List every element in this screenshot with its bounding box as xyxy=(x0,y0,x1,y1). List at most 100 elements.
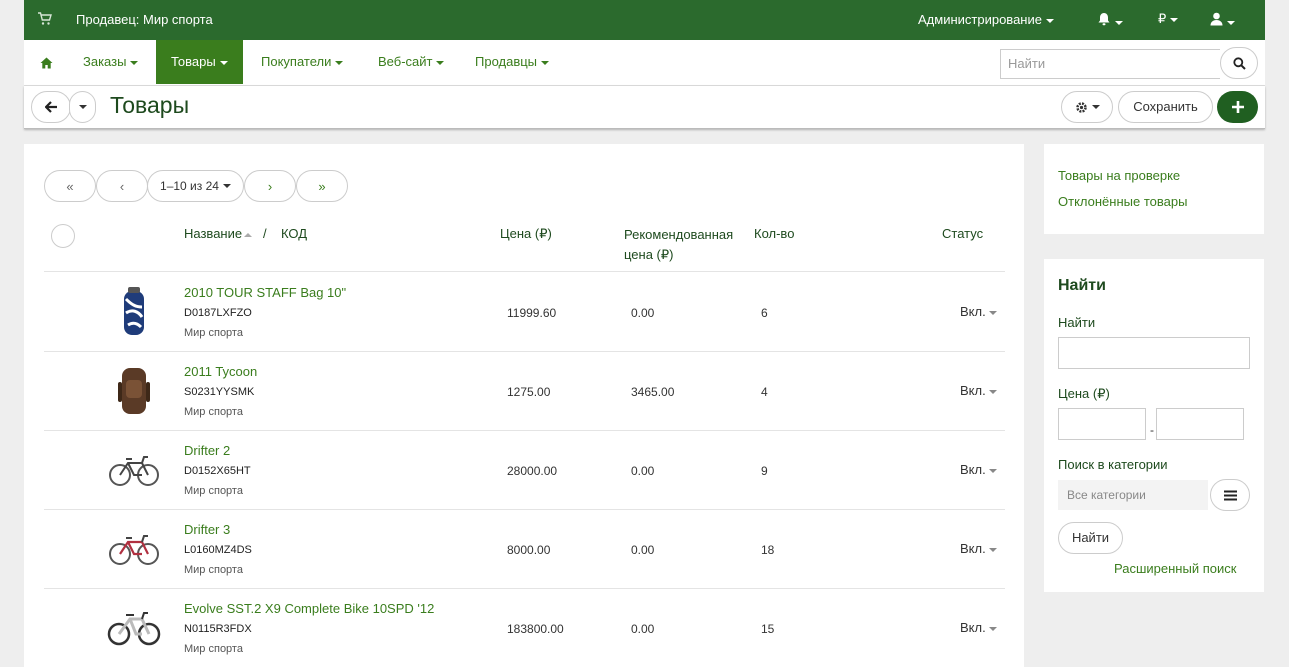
product-name-link[interactable]: 2011 Tycoon xyxy=(184,364,257,379)
chevron-down-icon xyxy=(1045,18,1054,23)
currency-menu[interactable]: ₽ xyxy=(1158,11,1179,27)
home-icon xyxy=(40,57,52,69)
search-heading: Найти xyxy=(1058,277,1106,294)
status-label: Вкл. xyxy=(960,541,986,556)
chevron-down-icon xyxy=(436,60,445,65)
product-name-link[interactable]: Evolve SST.2 X9 Complete Bike 10SPD '12 xyxy=(184,601,434,616)
nav-vendors[interactable]: Продавцы xyxy=(460,40,564,84)
page-title: Товары xyxy=(110,92,190,118)
nav-home[interactable] xyxy=(24,40,68,84)
product-name-link[interactable]: Drifter 3 xyxy=(184,522,230,537)
product-recommended-price: 0.00 xyxy=(631,306,655,320)
user-icon xyxy=(1210,12,1223,26)
chevron-down-icon xyxy=(988,468,997,473)
find-input[interactable] xyxy=(1058,337,1250,369)
sort-by-quantity[interactable]: Кол-во xyxy=(754,226,794,241)
sidebar-links: Товары на проверке Отклонённые товары xyxy=(1044,144,1264,234)
product-recommended-price: 0.00 xyxy=(631,622,655,636)
chevron-down-icon xyxy=(219,60,228,65)
golf-bag-thumbnail[interactable] xyxy=(106,285,162,339)
pager-last[interactable]: » xyxy=(296,170,348,202)
bicycle-red-thumbnail[interactable] xyxy=(106,522,162,576)
product-quantity: 6 xyxy=(761,306,768,320)
product-recommended-price: 0.00 xyxy=(631,543,655,557)
find-button[interactable]: Найти xyxy=(1058,522,1123,554)
nav-orders[interactable]: Заказы xyxy=(68,40,153,84)
chevron-down-icon xyxy=(130,60,139,65)
nav-vendors-label: Продавцы xyxy=(475,54,538,69)
product-code: L0160MZ4DS xyxy=(184,544,252,556)
status-label: Вкл. xyxy=(960,383,986,398)
nav-customers[interactable]: Покупатели xyxy=(246,40,358,84)
nav-website[interactable]: Веб-сайт xyxy=(363,40,459,84)
rejected-products-link[interactable]: Отклонённые товары xyxy=(1058,194,1187,209)
rec-header-line1: Рекомендованная xyxy=(624,227,734,242)
price-from-input[interactable] xyxy=(1058,408,1146,440)
search-input[interactable]: Найти xyxy=(1000,49,1220,79)
settings-button[interactable] xyxy=(1061,91,1113,123)
price-to-input[interactable] xyxy=(1156,408,1244,440)
product-name-link[interactable]: 2010 TOUR STAFF Bag 10" xyxy=(184,285,346,300)
product-price: 1275.00 xyxy=(507,385,551,399)
status-label: Вкл. xyxy=(960,462,986,477)
status-dropdown[interactable]: Вкл. xyxy=(960,304,997,319)
category-picker-button[interactable] xyxy=(1210,479,1250,511)
table-header: Название / КОД Цена (₽) Рекомендованная ц… xyxy=(44,216,1005,272)
currency-label: ₽ xyxy=(1158,11,1167,26)
name-header-label: Название xyxy=(184,226,243,241)
app-frame: Продавец: Мир спорта Администрирование ₽… xyxy=(24,0,1265,129)
products-on-review-link[interactable]: Товары на проверке xyxy=(1058,168,1180,183)
price-range-dash: - xyxy=(1150,423,1154,437)
table-row: Drifter 2 D0152X65HT Мир спорта 28000.00… xyxy=(44,431,1005,510)
nav-products[interactable]: Товары xyxy=(156,40,243,84)
pager-first[interactable]: « xyxy=(44,170,96,202)
back-dropdown[interactable] xyxy=(69,91,96,123)
user-menu[interactable] xyxy=(1210,12,1235,29)
category-input[interactable]: Все категории xyxy=(1058,480,1208,510)
product-quantity: 18 xyxy=(761,543,775,557)
chevron-down-icon xyxy=(541,60,550,65)
chevron-down-icon xyxy=(335,60,344,65)
chevron-down-icon xyxy=(988,310,997,315)
rec-header-line2: цена (₽) xyxy=(624,247,674,262)
products-panel: « ‹ 1–10 из 24 › » Название / КОД Цена (… xyxy=(24,144,1024,667)
status-dropdown[interactable]: Вкл. xyxy=(960,620,997,635)
search-button[interactable] xyxy=(1220,47,1258,79)
product-name-link[interactable]: Drifter 2 xyxy=(184,443,230,458)
status-dropdown[interactable]: Вкл. xyxy=(960,383,997,398)
status-label: Вкл. xyxy=(960,304,986,319)
advanced-search-link[interactable]: Расширенный поиск xyxy=(1114,561,1236,576)
bicycle-white-thumbnail[interactable] xyxy=(106,601,162,655)
status-dropdown[interactable]: Вкл. xyxy=(960,462,997,477)
sort-by-name[interactable]: Название xyxy=(184,226,253,241)
arrow-left-icon xyxy=(44,101,57,113)
price-label: Цена (₽) xyxy=(1058,386,1110,401)
product-code: D0187LXFZO xyxy=(184,307,252,319)
product-vendor: Мир спорта xyxy=(184,406,243,418)
select-all-checkbox[interactable] xyxy=(51,224,75,248)
backpack-thumbnail[interactable] xyxy=(106,364,162,418)
pager-next[interactable]: › xyxy=(244,170,296,202)
sort-by-status[interactable]: Статус xyxy=(942,226,983,241)
pager-prev[interactable]: ‹ xyxy=(96,170,148,202)
notifications-menu[interactable] xyxy=(1097,12,1123,29)
vendor-label[interactable]: Продавец: Мир спорта xyxy=(76,12,213,27)
add-product-button[interactable] xyxy=(1217,91,1258,123)
chevron-down-icon xyxy=(222,184,231,188)
admin-menu[interactable]: Администрирование xyxy=(918,12,1054,27)
cart-icon[interactable] xyxy=(38,12,52,26)
sort-by-price[interactable]: Цена (₽) xyxy=(500,226,552,242)
status-dropdown[interactable]: Вкл. xyxy=(960,541,997,556)
sort-by-recommended-price[interactable]: Рекомендованная цена (₽) xyxy=(624,225,733,265)
back-button[interactable] xyxy=(31,91,71,123)
pager-range[interactable]: 1–10 из 24 xyxy=(147,170,244,202)
save-button[interactable]: Сохранить xyxy=(1118,91,1213,123)
table-row: 2011 Tycoon S0231YYSMK Мир спорта 1275.0… xyxy=(44,352,1005,431)
product-code: N0115R3FDX xyxy=(184,623,252,635)
bicycle-thumbnail[interactable] xyxy=(106,443,162,497)
table-row: Drifter 3 L0160MZ4DS Мир спорта 8000.00 … xyxy=(44,510,1005,589)
sort-by-code[interactable]: КОД xyxy=(281,226,307,241)
product-quantity: 15 xyxy=(761,622,775,636)
top-bar: Продавец: Мир спорта Администрирование ₽ xyxy=(24,0,1265,40)
chevron-down-icon xyxy=(1227,20,1235,25)
